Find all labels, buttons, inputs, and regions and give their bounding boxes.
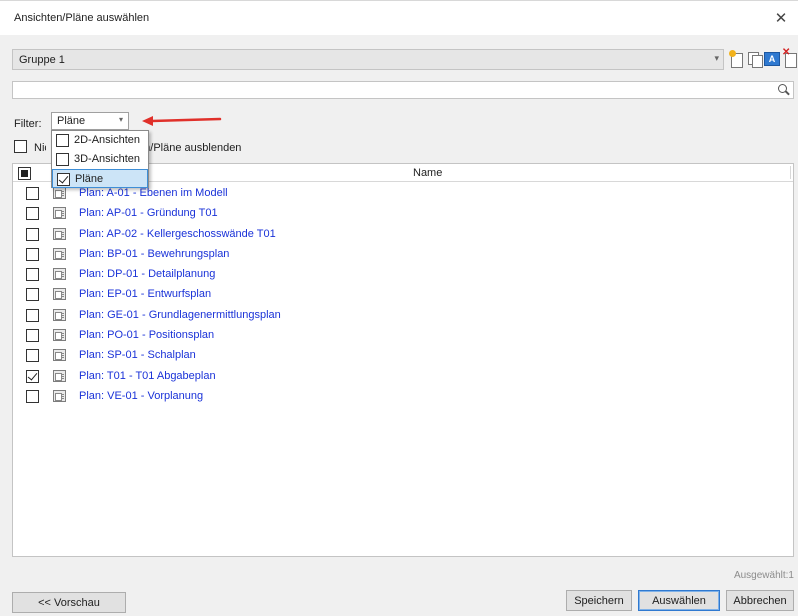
list-item-checkbox[interactable] <box>26 288 39 302</box>
hide-unused-label-text: ten/Pläne ausblenden <box>135 142 242 154</box>
list-item-checkbox[interactable] <box>26 227 39 241</box>
list-item-name[interactable]: Plan: SP-01 - Schalplan <box>79 349 196 361</box>
list-item[interactable]: Plan: AP-01 - Gründung T01 <box>13 203 793 223</box>
select-all-checkbox[interactable] <box>18 167 31 180</box>
list-item-checkbox[interactable] <box>26 268 39 282</box>
list-item-checkbox[interactable] <box>26 308 39 322</box>
list-item[interactable]: Plan: AP-02 - Kellergeschosswände T01 <box>13 224 793 244</box>
filter-option-checkbox[interactable] <box>56 134 69 147</box>
plan-icon <box>53 187 66 199</box>
list-item[interactable]: Plan: BP-01 - Bewehrungsplan <box>13 244 793 264</box>
list-item-name[interactable]: Plan: T01 - T01 Abgabeplan <box>79 370 216 382</box>
plan-icon <box>53 207 66 220</box>
dialog-title: Ansichten/Pläne auswählen <box>14 12 150 24</box>
hide-unused-checkbox[interactable] <box>14 140 27 153</box>
list-item[interactable]: Plan: GE-01 - Grundlagenermittlungsplan <box>13 305 793 325</box>
filter-option-checkbox[interactable] <box>57 173 70 186</box>
list-item-name[interactable]: Plan: BP-01 - Bewehrungsplan <box>79 248 229 260</box>
list-item-name[interactable]: Plan: AP-01 - Gründung T01 <box>79 207 218 219</box>
save-button[interactable]: Speichern <box>566 590 632 611</box>
list-item-checkbox[interactable] <box>26 369 39 383</box>
list-item[interactable]: Plan: SP-01 - Schalplan <box>13 345 793 365</box>
list-item-checkbox[interactable] <box>26 187 39 200</box>
list-item[interactable]: Plan: EP-01 - Entwurfsplan <box>13 284 793 304</box>
plan-icon <box>53 369 66 382</box>
annotation-arrow-icon <box>142 116 222 126</box>
list-item[interactable]: Plan: VE-01 - Vorplanung <box>13 386 793 406</box>
list-item-name[interactable]: Plan: GE-01 - Grundlagenermittlungsplan <box>79 309 281 321</box>
filter-option-label: Pläne <box>75 173 104 185</box>
list-item-checkbox[interactable] <box>26 247 39 261</box>
list-item-checkbox[interactable] <box>26 329 39 343</box>
cancel-button[interactable]: Abbrechen <box>726 590 794 611</box>
filter-option-checkbox[interactable] <box>56 153 69 166</box>
plan-icon <box>53 227 66 240</box>
list-item-checkbox[interactable] <box>26 389 39 403</box>
filter-option-2d[interactable]: 2D-Ansichten <box>52 131 148 150</box>
group-select-value: Gruppe 1 <box>19 54 65 66</box>
dialog-window: Ansichten/Pläne auswählen ✕ Gruppe 1 ▾ A… <box>0 0 798 616</box>
filter-option-label: 3D-Ansichten <box>74 153 141 165</box>
copy-group-icon[interactable] <box>746 50 763 68</box>
search-field[interactable] <box>12 81 794 99</box>
rename-group-icon[interactable]: A <box>764 52 780 66</box>
delete-group-icon[interactable] <box>782 47 798 68</box>
plan-icon <box>53 349 66 362</box>
column-header-name[interactable]: Name <box>413 167 442 179</box>
list-item[interactable]: Plan: T01 - T01 Abgabeplan <box>13 366 793 386</box>
select-button[interactable]: Auswählen <box>638 590 720 611</box>
list-item-name[interactable]: Plan: EP-01 - Entwurfsplan <box>79 288 211 300</box>
chevron-down-icon: ▾ <box>118 115 123 124</box>
list-item[interactable]: Plan: DP-01 - Detailplanung <box>13 264 793 284</box>
new-group-icon[interactable] <box>728 50 744 68</box>
preview-button[interactable]: << Vorschau <box>12 592 126 613</box>
views-list: Name Plan: A-01 - Ebenen im Modell Plan: … <box>12 163 794 557</box>
list-item-name[interactable]: Plan: A-01 - Ebenen im Modell <box>79 187 228 199</box>
group-toolbar: A <box>728 47 798 68</box>
chevron-down-icon: ▾ <box>714 53 719 63</box>
filter-option-label: 2D-Ansichten <box>74 134 141 146</box>
list-item-name[interactable]: Plan: AP-02 - Kellergeschosswände T01 <box>79 228 276 240</box>
filter-label: Filter: <box>14 118 42 130</box>
list-item-name[interactable]: Plan: PO-01 - Positionsplan <box>79 329 214 341</box>
list-item-checkbox[interactable] <box>26 207 39 221</box>
plan-icon <box>53 268 66 281</box>
plan-icon <box>53 288 66 301</box>
group-select[interactable]: Gruppe 1 ▾ <box>12 49 724 70</box>
plan-icon <box>53 308 66 321</box>
list-item[interactable]: Plan: PO-01 - Positionsplan <box>13 325 793 345</box>
list-item-checkbox[interactable] <box>26 349 39 363</box>
group-row: Gruppe 1 ▾ A <box>12 47 797 70</box>
list-item-name[interactable]: Plan: VE-01 - Vorplanung <box>79 390 203 402</box>
filter-select[interactable]: Pläne ▾ <box>51 112 129 130</box>
plan-icon <box>53 247 66 260</box>
list-item-name[interactable]: Plan: DP-01 - Detailplanung <box>79 268 215 280</box>
filter-dropdown: 2D-Ansichten 3D-Ansichten Pläne <box>51 130 149 188</box>
list-rows: Plan: A-01 - Ebenen im Modell Plan: AP-01… <box>13 183 793 406</box>
filter-select-value: Pläne <box>57 115 86 127</box>
title-bar: Ansichten/Pläne auswählen ✕ <box>0 1 798 35</box>
filter-option-3d[interactable]: 3D-Ansichten <box>52 150 148 169</box>
selected-count-status: Ausgewählt:1 <box>733 570 794 581</box>
plan-icon <box>53 329 66 342</box>
column-divider <box>790 166 791 179</box>
close-icon[interactable]: ✕ <box>772 9 790 27</box>
filter-option-plans[interactable]: Pläne <box>52 169 148 188</box>
plan-icon <box>53 389 66 402</box>
search-icon[interactable] <box>777 83 791 97</box>
